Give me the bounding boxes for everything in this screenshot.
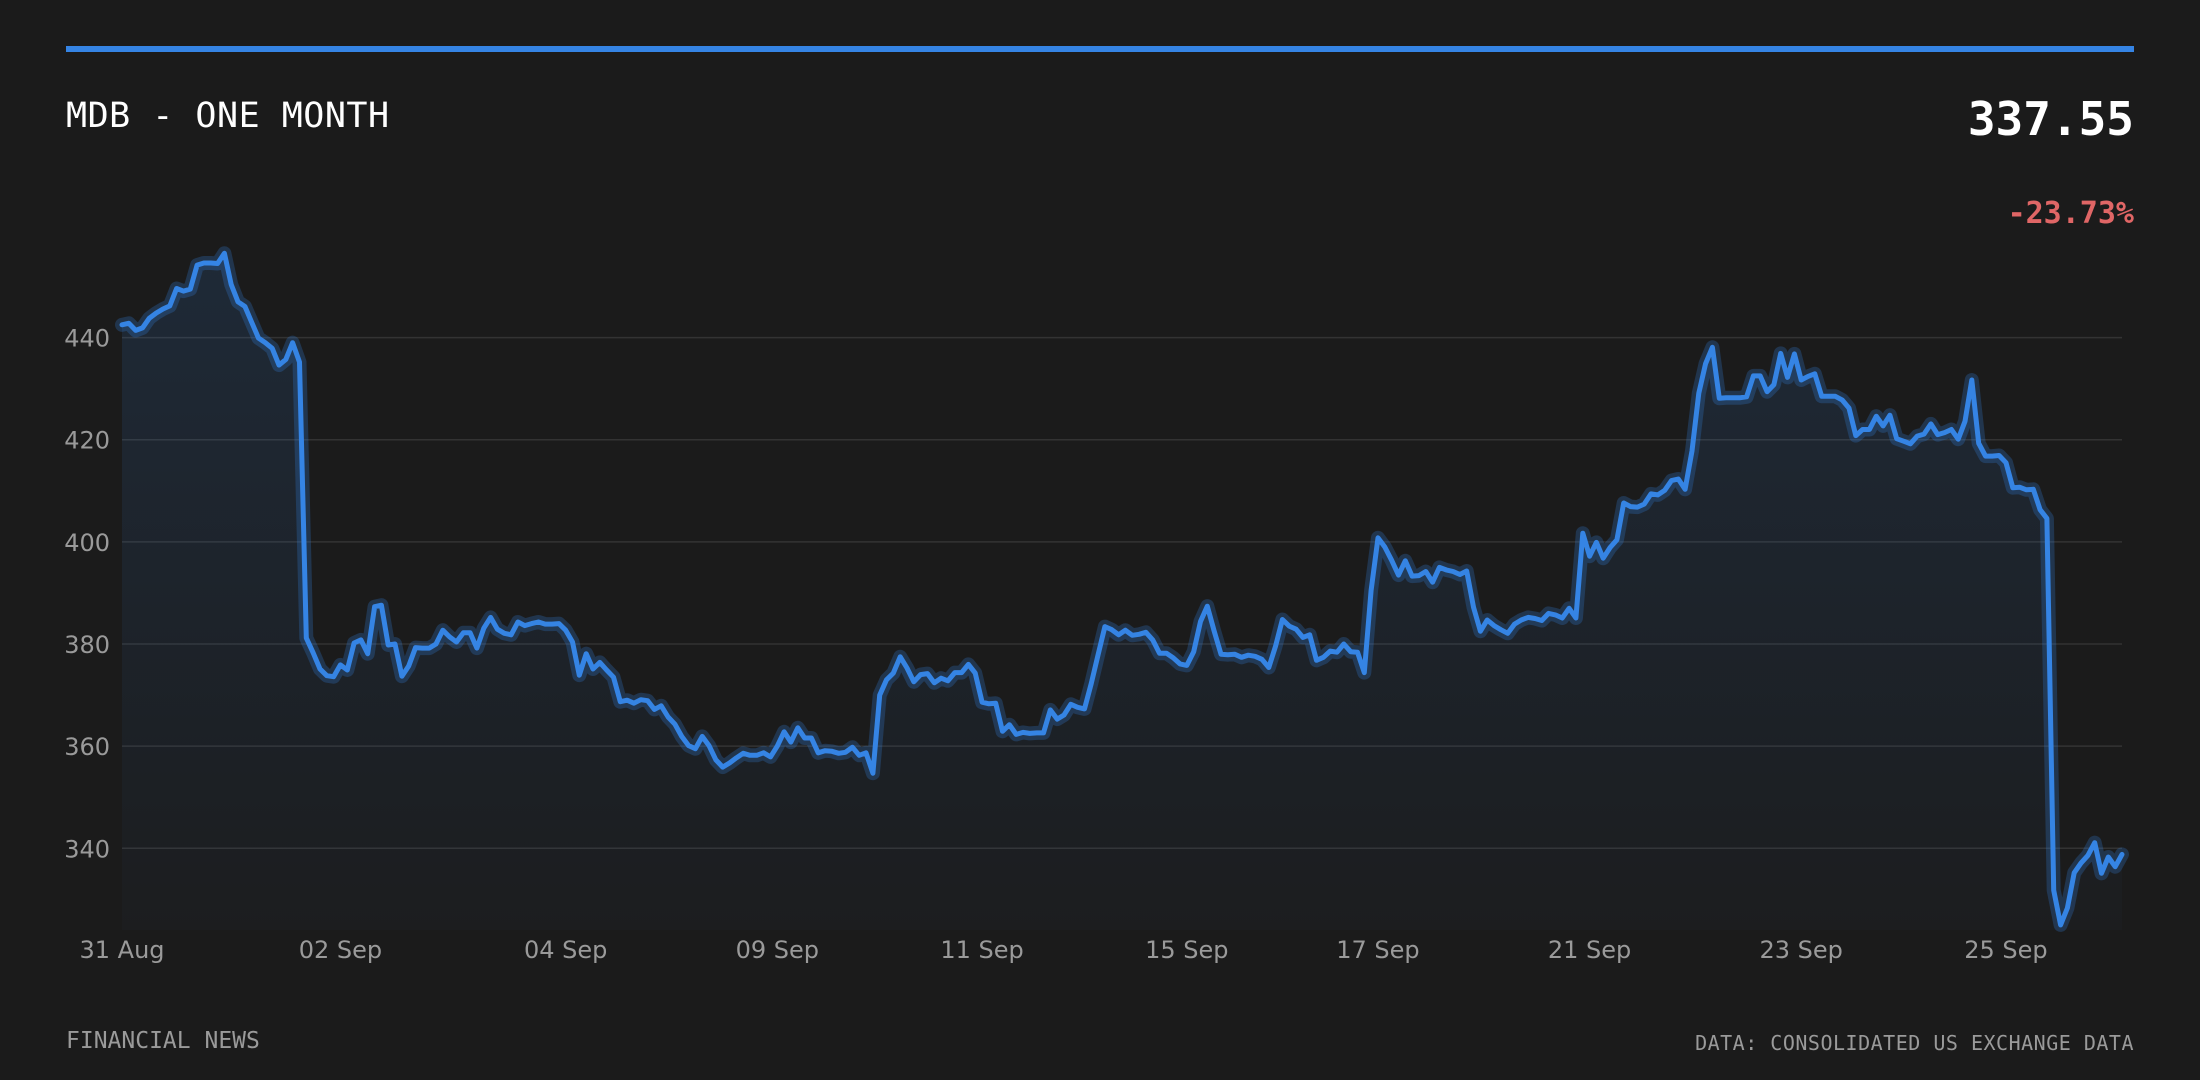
series-area	[122, 253, 2122, 931]
x-axis-ticks: 31 Aug 02 Sep 04 Sep 09 Sep 11 Sep 15 Sep 17 S…	[79, 936, 2047, 964]
y-tick-label: 380	[64, 631, 110, 659]
price-line-chart: 340 360 380 400 420 440 31 Aug 02 Sep 04 Sep 09 …	[64, 246, 2129, 964]
x-tick-label: 21 Sep	[1548, 936, 1631, 964]
y-tick-label: 360	[64, 733, 110, 761]
footer-source-left: FINANCIAL NEWS	[66, 1028, 260, 1054]
x-tick-label: 31 Aug	[79, 936, 164, 964]
footer-source-right: DATA: CONSOLIDATED US EXCHANGE DATA	[1695, 1031, 2134, 1055]
y-tick-label: 420	[64, 427, 110, 455]
x-tick-label: 09 Sep	[736, 936, 819, 964]
area-fill	[122, 253, 2122, 931]
y-tick-label: 400	[64, 529, 110, 557]
x-tick-label: 17 Sep	[1336, 936, 1419, 964]
y-tick-label: 440	[64, 325, 110, 353]
x-tick-label: 25 Sep	[1964, 936, 2047, 964]
y-axis-ticks: 340 360 380 400 420 440	[64, 325, 110, 864]
y-tick-label: 340	[64, 835, 110, 863]
x-tick-label: 23 Sep	[1759, 936, 1842, 964]
x-tick-label: 04 Sep	[524, 936, 607, 964]
x-tick-label: 02 Sep	[299, 936, 382, 964]
x-tick-label: 15 Sep	[1145, 936, 1228, 964]
x-tick-label: 11 Sep	[940, 936, 1023, 964]
